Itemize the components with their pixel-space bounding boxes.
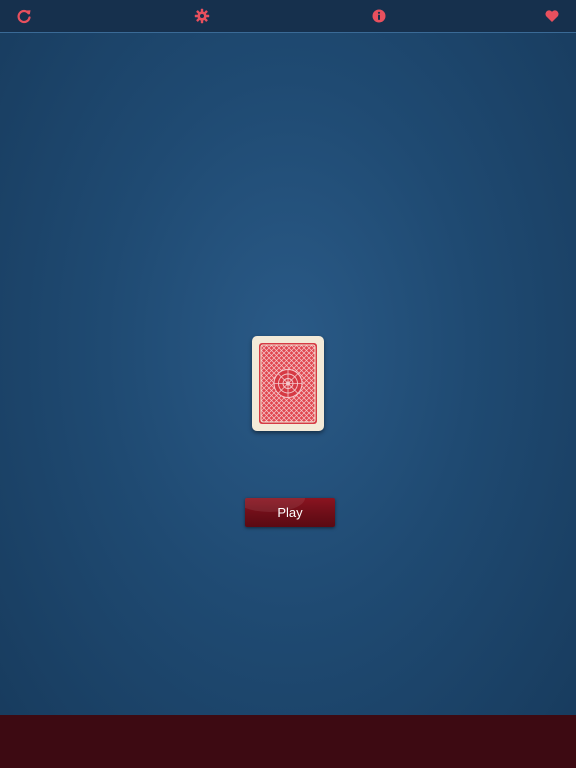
bottom-bar [0,715,576,768]
card-back[interactable] [252,336,324,431]
info-icon[interactable] [371,8,387,24]
game-screen: Play [0,0,576,768]
play-button[interactable]: Play [245,498,335,527]
heart-icon[interactable] [544,8,560,24]
play-button-label: Play [277,505,303,520]
card-deck[interactable] [252,336,324,431]
top-toolbar [0,0,576,33]
gear-icon[interactable] [194,8,210,24]
refresh-icon[interactable] [16,8,32,24]
card-back-pattern [259,343,317,424]
